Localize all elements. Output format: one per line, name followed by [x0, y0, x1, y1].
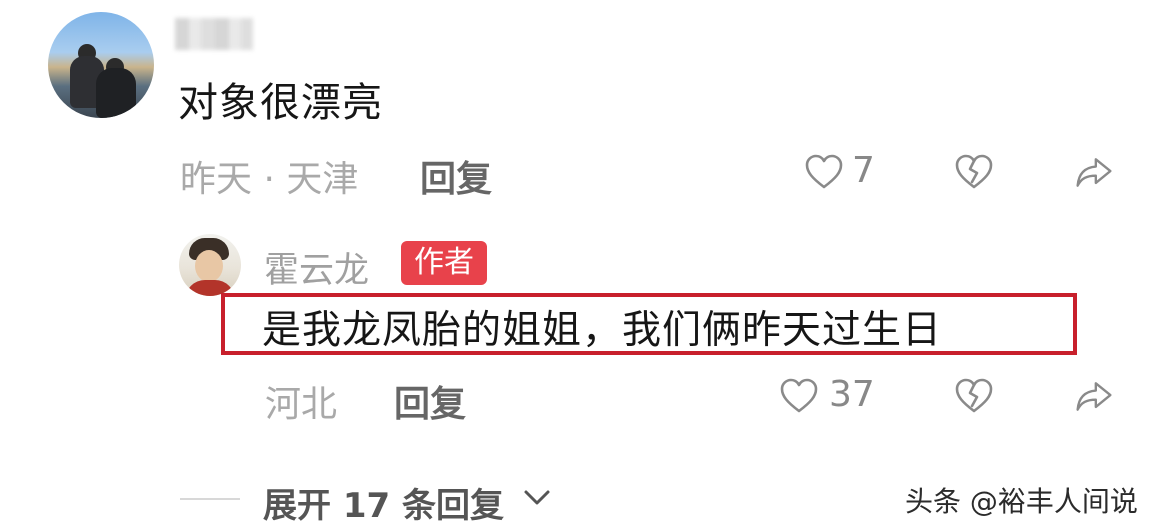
- commenter-avatar[interactable]: [48, 12, 154, 118]
- commenter-name-blurred: [175, 18, 253, 50]
- author-avatar[interactable]: [179, 234, 241, 296]
- author-name[interactable]: 霍云龙: [264, 242, 369, 293]
- heart-outline-icon[interactable]: [804, 152, 844, 192]
- expand-replies-button[interactable]: 展开 17 条回复: [263, 478, 504, 527]
- broken-heart-icon[interactable]: [954, 152, 994, 192]
- comment-reply-button[interactable]: 回复: [420, 150, 492, 202]
- comment-meta: 昨天 · 天津: [180, 159, 359, 200]
- author-badge: 作者: [401, 241, 487, 285]
- chevron-down-icon[interactable]: [523, 488, 551, 508]
- expand-divider: [180, 498, 240, 500]
- reply-text: 是我龙凤胎的姐姐，我们俩昨天过生日: [262, 308, 943, 353]
- share-arrow-icon[interactable]: [1074, 376, 1114, 416]
- reply-reply-button[interactable]: 回复: [394, 375, 466, 427]
- broken-heart-icon[interactable]: [954, 376, 994, 416]
- comment-like-count: 7: [852, 150, 875, 191]
- heart-outline-icon[interactable]: [779, 376, 819, 416]
- share-arrow-icon[interactable]: [1074, 152, 1114, 192]
- watermark: 头条 @裕丰人间说: [905, 485, 1138, 518]
- reply-like-count: 37: [829, 374, 875, 415]
- reply-meta: 河北: [265, 384, 338, 425]
- comment-text: 对象很漂亮: [178, 80, 383, 126]
